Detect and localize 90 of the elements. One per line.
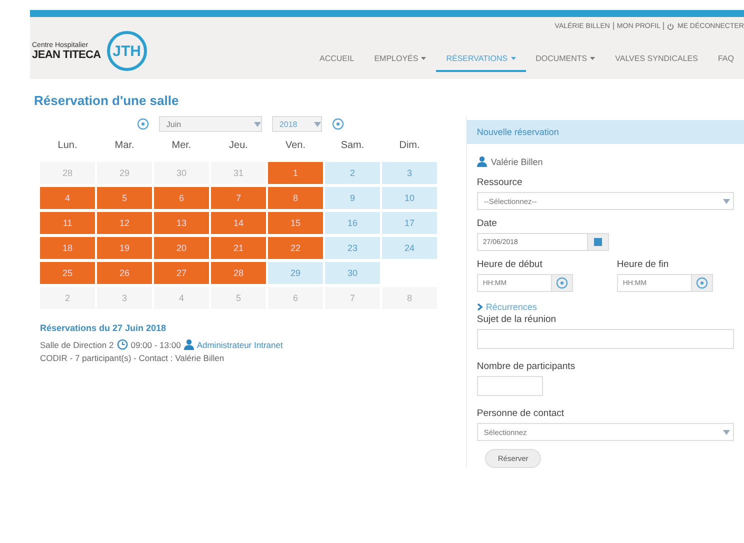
caret-icon [254, 122, 262, 126]
day-cell[interactable]: 10 [382, 187, 437, 209]
day-cell[interactable]: 13 [154, 212, 209, 234]
field-label: Ressource [476, 177, 524, 188]
month-select[interactable]: Juin [159, 116, 262, 132]
day-cell[interactable]: 31 [211, 162, 266, 184]
page-title: Réservation d'une salle [34, 93, 180, 108]
weekday-label: Lun. [56, 140, 78, 153]
day-cell[interactable]: 4 [40, 187, 95, 209]
day-cell[interactable]: 4 [154, 287, 209, 309]
day-cell[interactable]: 21 [211, 237, 266, 259]
field-label: Heure de fin [616, 259, 670, 270]
organizer-link[interactable]: Administrateur Intranet [196, 340, 283, 350]
nav-tab[interactable]: EMPLOYÉS [364, 50, 436, 72]
day-cell[interactable]: 30 [154, 162, 209, 184]
logo-mark: JTH [106, 31, 147, 71]
caret-icon [723, 430, 730, 434]
field-label: Sujet de la réunion [476, 314, 558, 325]
day-cell[interactable]: 14 [211, 212, 266, 234]
reservation-details: CODIR - 7 participant(s) - Contact : Valérie Billen [40, 353, 226, 363]
field-label: Heure de début [476, 259, 544, 270]
year-select[interactable]: 2018 [272, 116, 322, 132]
weekday-label: Mer. [170, 140, 192, 153]
day-cell[interactable]: 8 [382, 287, 437, 309]
weekday-label: Jeu. [228, 140, 249, 153]
field-label: Nombre de participants [476, 361, 576, 372]
participants-field[interactable] [476, 376, 543, 396]
day-cell[interactable]: 28 [211, 262, 266, 284]
day-cell[interactable]: 17 [382, 212, 437, 234]
previous-icon[interactable] [137, 118, 150, 130]
day-cell[interactable]: 29 [97, 162, 152, 184]
day-cell[interactable]: 11 [40, 212, 95, 234]
nav-tab[interactable]: FAQ [708, 50, 744, 72]
power-icon [667, 22, 674, 30]
day-cell[interactable]: 27 [154, 262, 209, 284]
time-button[interactable] [550, 274, 573, 292]
day-cell[interactable]: 2 [40, 287, 95, 309]
time-range: 09:00 - 13:00 [130, 340, 181, 350]
caret-icon [314, 122, 322, 126]
recurrence-link[interactable]: Récurrences [486, 302, 537, 312]
nav-tab[interactable]: RÉSERVATIONS [436, 50, 526, 72]
day-cell[interactable]: 28 [40, 162, 95, 184]
calendar-icon [594, 238, 602, 246]
field-label: Personne de contact [476, 408, 566, 419]
form-header: Nouvelle réservation [466, 120, 744, 144]
day-cell[interactable]: 26 [97, 262, 152, 284]
person-icon [476, 156, 487, 167]
day-cell[interactable]: 18 [40, 237, 95, 259]
day-cell[interactable]: 23 [325, 237, 380, 259]
room-name: Salle de Direction 2 [40, 340, 114, 350]
day-cell[interactable]: 15 [268, 212, 323, 234]
day-cell[interactable]: 7 [211, 187, 266, 209]
day-cell[interactable]: 3 [382, 162, 437, 184]
nav-tab[interactable]: ACCUEIL [310, 50, 364, 72]
day-cell[interactable]: 5 [211, 287, 266, 309]
day-cell[interactable]: 19 [97, 237, 152, 259]
day-cell[interactable]: 12 [97, 212, 152, 234]
day-cell[interactable]: 20 [154, 237, 209, 259]
day-cell[interactable]: 9 [325, 187, 380, 209]
nav-tab[interactable]: DOCUMENTS [526, 50, 606, 72]
day-cell[interactable]: 16 [325, 212, 380, 234]
weekday-label: Ven. [284, 140, 307, 153]
chevron-icon [476, 303, 483, 311]
day-cell[interactable]: 2 [325, 162, 380, 184]
nav-tab[interactable]: VALVES SYNDICALES [605, 50, 708, 72]
day-cell[interactable]: 5 [97, 187, 152, 209]
day-cell[interactable]: 6 [154, 187, 209, 209]
weekday-label: Dim. [398, 140, 421, 153]
weekday-label: Mar. [114, 140, 136, 153]
day-cell[interactable]: 24 [382, 237, 437, 259]
reservations-title: Réservations du 27 Juin 2018 [40, 323, 168, 333]
day-cell[interactable]: 6 [268, 287, 323, 309]
day-cell[interactable]: 7 [325, 287, 380, 309]
time-button[interactable] [690, 274, 713, 292]
day-cell[interactable]: 22 [268, 237, 323, 259]
day-cell[interactable]: 1 [268, 162, 323, 184]
field-label: Date [476, 218, 498, 229]
weekday-label: Sam. [340, 140, 366, 153]
day-cell[interactable]: 25 [40, 262, 95, 284]
caret-icon [723, 198, 730, 204]
person-icon [184, 339, 194, 350]
logo-title: JEAN TITECA [32, 48, 101, 60]
next-icon[interactable] [332, 118, 344, 130]
day-cell[interactable]: 30 [325, 262, 380, 284]
day-cell[interactable]: 8 [268, 187, 323, 209]
subject-field[interactable] [476, 329, 734, 349]
user-name: Valérie Billen [490, 156, 543, 166]
calendar-button[interactable] [586, 233, 609, 251]
day-cell[interactable]: 29 [268, 262, 323, 284]
day-cell[interactable]: 3 [97, 287, 152, 309]
